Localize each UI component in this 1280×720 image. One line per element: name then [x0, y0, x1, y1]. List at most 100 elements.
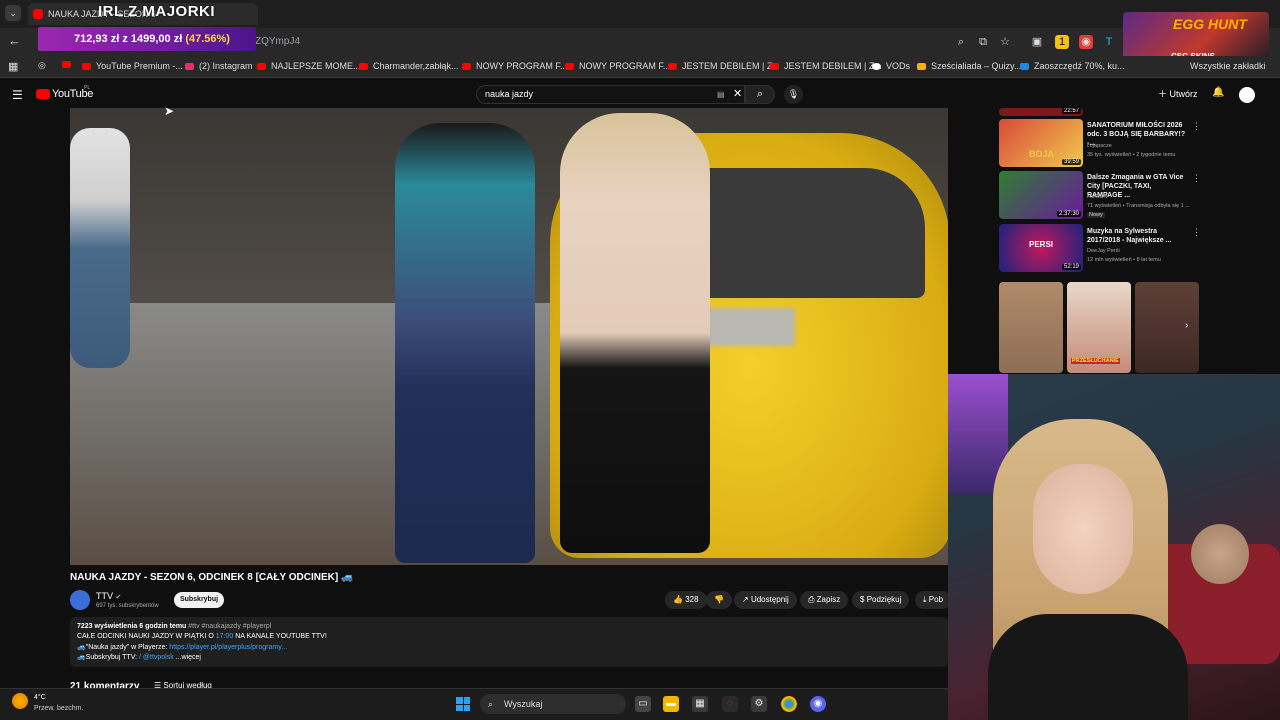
short-thumbnail[interactable] — [999, 282, 1063, 373]
video-scene-woman — [560, 113, 710, 553]
rec-title[interactable]: Muzyka na Sylwestra 2017/2018 - Najwięks… — [1087, 227, 1187, 245]
weather-description: Przew. bezchm. — [34, 705, 84, 712]
account-avatar[interactable] — [1239, 87, 1255, 103]
share-button[interactable]: ↗ Udostępnij — [734, 591, 797, 609]
like-button[interactable]: 👍 328 — [665, 591, 707, 609]
channel-name[interactable]: TTV ✔ — [96, 591, 121, 601]
thanks-button[interactable]: $ Podziękuj — [852, 591, 910, 609]
short-label: PRZESŁUCHANIE — [1071, 358, 1120, 364]
next-chevron-icon[interactable]: › — [1185, 320, 1188, 331]
store-icon[interactable]: ▦ — [692, 696, 708, 712]
subscribe-button[interactable]: Subskrybuj — [174, 592, 224, 608]
video-description[interactable]: 7223 wyświetlenia 6 godzin temu #ttv #na… — [70, 617, 948, 667]
zoom-icon[interactable]: ⌕ — [954, 35, 968, 49]
timestamp-link[interactable]: 17:00 — [216, 633, 234, 640]
bookmark-item[interactable]: Zaoszczędź 70%, ku... — [1020, 61, 1125, 71]
menu-hamburger-icon[interactable]: ☰ — [12, 88, 23, 102]
extension-translate-icon[interactable]: T — [1102, 35, 1116, 49]
more-options-icon[interactable]: ⋮ — [1192, 173, 1201, 184]
bookmark-item[interactable]: Charmander,zabłąk... — [359, 61, 459, 71]
save-button[interactable]: ⎙ Zapisz — [800, 591, 849, 609]
bookmark-item[interactable]: JESTEM DEBILEM | Z... — [770, 61, 882, 71]
keyboard-icon[interactable]: ▤ — [717, 86, 725, 103]
bookmark-item[interactable]: YouTube Premium -... — [82, 61, 183, 71]
create-button[interactable]: ＋ Utwórz — [1158, 87, 1198, 100]
weather-icon[interactable] — [12, 693, 28, 709]
search-input[interactable]: nauka jazdy ▤ ✕ — [476, 85, 745, 104]
verified-check-icon: ✔ — [115, 594, 122, 601]
extension-icon[interactable]: ▣ — [1030, 35, 1044, 49]
windows-start-icon[interactable] — [456, 697, 470, 711]
goal-current: 712,93 zł — [74, 33, 120, 45]
chrome-icon[interactable] — [781, 696, 797, 712]
rec-thumbnail[interactable]: 22:57 — [999, 108, 1083, 116]
back-arrow-icon[interactable]: ← — [8, 33, 21, 48]
url-text[interactable]: ZQYmpJ4 — [255, 36, 300, 47]
dislike-button[interactable]: 👎 — [706, 591, 732, 609]
voice-search-mic-icon[interactable]: 🎙 — [784, 85, 803, 104]
task-view-icon[interactable]: ▭ — [635, 696, 651, 712]
show-more-link[interactable]: ...więcej — [176, 654, 201, 661]
youtube-favicon-icon — [33, 9, 43, 19]
video-scene-passerby — [70, 128, 130, 368]
search-query: nauka jazdy — [485, 89, 534, 99]
settings-gear-icon[interactable]: ⚙ — [751, 696, 767, 712]
download-button[interactable]: ⤓ Pob — [915, 591, 952, 609]
apps-grid-icon[interactable]: ▦ — [8, 60, 18, 73]
channel-link[interactable]: / @ttvpolsk — [139, 654, 174, 661]
video-player[interactable] — [70, 108, 948, 565]
goal-percent: (47.56%) — [185, 33, 230, 45]
taskbar-search-input[interactable]: ⌕ Wyszukaj — [480, 694, 626, 714]
webcam-teddy-bear — [1191, 524, 1249, 584]
rec-channel[interactable]: cojapacze — [1087, 143, 1112, 149]
youtube-logo-icon[interactable] — [36, 89, 50, 99]
more-options-icon[interactable]: ⋮ — [1192, 227, 1201, 238]
notifications-bell-icon[interactable]: 🔔 — [1212, 87, 1224, 98]
rec-meta: 12 mln wyświetleń • 8 lat temu — [1087, 257, 1161, 263]
bookmark-star-icon[interactable]: ☆ — [998, 35, 1012, 49]
rec-thumbnail[interactable]: BOJA 39:59 — [999, 119, 1083, 167]
bookmark-item[interactable]: NOWY PROGRAM F... — [565, 61, 670, 71]
rec-channel[interactable]: DeeJay Perśi — [1087, 248, 1120, 254]
webcam-streamer-body — [988, 614, 1188, 720]
install-app-icon[interactable]: ⧉ — [976, 35, 990, 49]
share-icon: ↗ — [742, 595, 749, 604]
download-icon: ⤓ — [923, 595, 927, 604]
channel-avatar[interactable] — [70, 590, 90, 610]
search-icon: ⌕ — [756, 88, 764, 100]
bookmark-item[interactable]: Sześcialiada – Quizy... — [917, 61, 1021, 71]
rec-thumbnail[interactable]: 2:37:30 — [999, 171, 1083, 219]
webcam-streamer-face — [1033, 464, 1133, 594]
file-explorer-icon[interactable]: ▬ — [663, 696, 679, 712]
bookmark-item[interactable]: JESTEM DEBILEM | Z... — [668, 61, 780, 71]
all-bookmarks-item[interactable]: Wszystkie zakładki — [1190, 61, 1266, 71]
discord-icon[interactable]: ◉ — [810, 696, 826, 712]
bookmark-item[interactable]: VODs — [872, 61, 910, 71]
tab-list-chevron-icon[interactable]: ⌄ — [5, 5, 21, 21]
rec-thumbnail[interactable]: PERSI 52:19 — [999, 224, 1083, 272]
bookmark-youtube-icon[interactable] — [62, 60, 71, 70]
rec-channel[interactable]: HUGON — [1087, 194, 1107, 200]
thanks-icon: $ — [860, 595, 865, 604]
extension-notes-icon[interactable]: 1 — [1055, 35, 1069, 49]
app-icon[interactable]: ◌ — [722, 696, 738, 712]
bookmark-item[interactable]: NAJLEPSZE MOME... — [257, 61, 361, 71]
short-thumbnail[interactable]: PRZESŁUCHANIE — [1067, 282, 1131, 373]
hashtags[interactable]: #ttv #naukajazdy #playerpl — [188, 623, 271, 630]
bookmark-favicon-icon[interactable]: ◎ — [38, 60, 46, 71]
more-options-icon[interactable]: ⋮ — [1192, 121, 1201, 132]
clear-search-icon[interactable]: ✕ — [733, 86, 742, 103]
bookmark-item[interactable]: NOWY PROGRAM F... — [462, 61, 567, 71]
video-scene-man — [395, 123, 535, 563]
region-code: PL — [84, 85, 91, 91]
donation-goal-bar: 712,93 zł z 1499,00 zł (47.56%) — [38, 27, 256, 51]
bookmark-item[interactable]: (2) Instagram — [185, 61, 253, 71]
short-thumbnail[interactable]: › — [1135, 282, 1199, 373]
search-button[interactable]: ⌕ — [745, 85, 775, 104]
subscriber-count: 697 tys. subskrybentów — [96, 603, 159, 609]
windows-taskbar — [0, 688, 948, 720]
goal-target: 1499,00 zł — [130, 33, 183, 45]
extension-red-icon[interactable]: ◉ — [1079, 35, 1093, 49]
player-link[interactable]: https://player.pl/playerplus/programy... — [169, 644, 287, 651]
mouse-cursor-icon: ➤ — [164, 104, 175, 118]
